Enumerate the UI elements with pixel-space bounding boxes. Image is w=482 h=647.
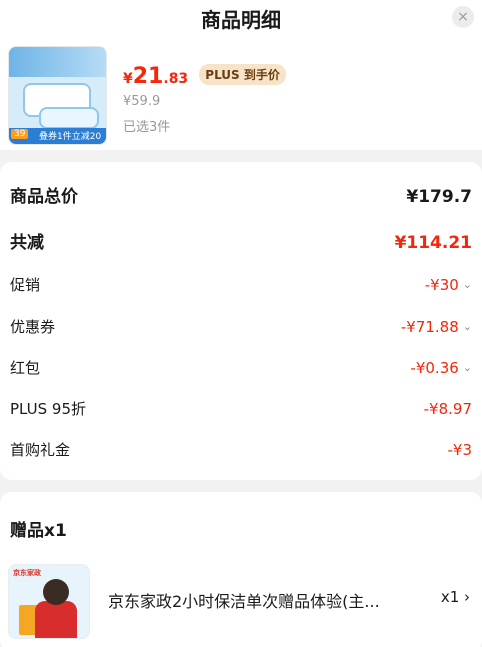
- summary-label: 优惠券: [10, 318, 56, 336]
- gift-thumbnail[interactable]: 京东家政: [8, 564, 90, 639]
- summary-row-discount-total: 共减 ¥114.21: [10, 228, 472, 258]
- plus-price-tag: PLUS 到手价: [199, 64, 286, 85]
- summary-row-promotion[interactable]: 促销 -¥30 ⌄: [10, 270, 472, 300]
- gift-card: 赠品x1 京东家政 京东家政2小时保洁单次赠品体验(主... x1 ›: [0, 492, 482, 647]
- product-price: ¥21.83 PLUS 到手价: [123, 64, 286, 92]
- price-decimal: .83: [163, 71, 189, 87]
- price-breakdown-card: 商品总价 ¥179.7 共减 ¥114.21 促销 -¥30 ⌄ 优惠券 -¥71…: [0, 162, 482, 480]
- summary-label: 促销: [10, 276, 41, 294]
- summary-label: 共减: [10, 233, 44, 253]
- summary-row-coupon[interactable]: 优惠券 -¥71.88 ⌄: [10, 312, 472, 342]
- page-title: 商品明细: [201, 8, 281, 32]
- product-thumbnail[interactable]: 39 叠券1件立减20: [8, 46, 107, 145]
- summary-row-plus-discount: PLUS 95折 -¥8.97: [10, 394, 472, 424]
- summary-value: -¥8.97: [423, 400, 472, 418]
- price-symbol: ¥: [123, 71, 133, 87]
- gift-name[interactable]: 京东家政2小时保洁单次赠品体验(主...: [108, 588, 380, 612]
- summary-label: 首购礼金: [10, 441, 71, 459]
- summary-row-first-purchase: 首购礼金 -¥3: [10, 435, 472, 465]
- close-icon[interactable]: ×: [452, 6, 474, 28]
- gift-title: 赠品x1: [10, 521, 67, 541]
- summary-value: ¥114.21: [394, 233, 472, 253]
- chevron-down-icon: ⌄: [462, 320, 472, 333]
- thumb-price-badge: 39: [11, 129, 29, 139]
- summary-label: 商品总价: [10, 187, 78, 207]
- summary-value: -¥71.88 ⌄: [401, 312, 472, 342]
- original-price: ¥59.9: [123, 94, 161, 109]
- summary-value: -¥30 ⌄: [425, 270, 472, 300]
- gift-thumb-logo: 京东家政: [13, 569, 41, 577]
- thumb-promo-text: 叠券1件立减20: [39, 132, 102, 142]
- product-header: 商品明细 × 39 叠券1件立减20 ¥21.83 PLUS 到手价 ¥59.9…: [0, 0, 482, 150]
- summary-value: ¥179.7: [406, 187, 472, 207]
- summary-value: -¥3: [447, 441, 473, 459]
- summary-row-total: 商品总价 ¥179.7: [10, 182, 472, 212]
- summary-value: -¥0.36 ⌄: [410, 353, 472, 383]
- price-integer: 21: [132, 64, 164, 89]
- summary-row-red-packet[interactable]: 红包 -¥0.36 ⌄: [10, 353, 472, 383]
- gift-quantity-link[interactable]: x1 ›: [441, 588, 470, 606]
- selected-count: 已选3件: [123, 120, 171, 135]
- summary-label: PLUS 95折: [10, 400, 87, 418]
- summary-label: 红包: [10, 359, 41, 377]
- chevron-down-icon: ⌄: [462, 278, 472, 291]
- chevron-down-icon: ⌄: [462, 361, 472, 374]
